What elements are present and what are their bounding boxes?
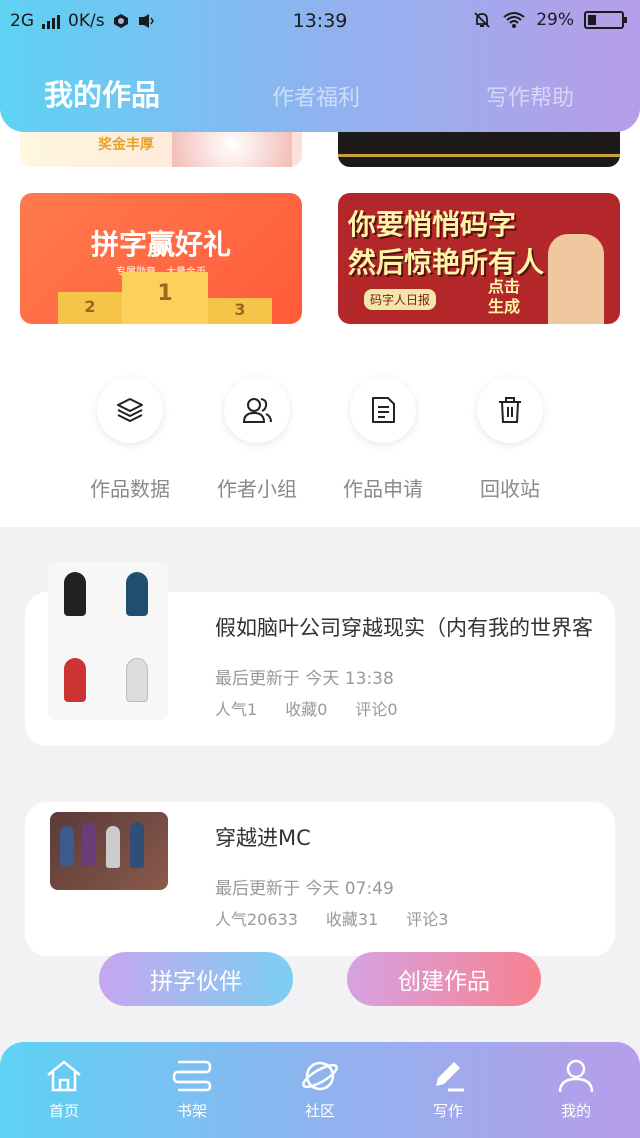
action-author-group[interactable]: 作者小组 [192,377,322,502]
work-popularity: 人气20633 [215,910,298,929]
banner-daily[interactable]: 你要悄悄码字 然后惊艳所有人 码字人日报 点击 生成 [338,193,620,324]
header-tabs: 我的作品 作者福利 写作帮助 [0,72,640,116]
work-cover[interactable] [48,562,168,720]
create-work-button[interactable]: 创建作品 [347,952,541,1006]
banner-contest[interactable]: 拼字赢好礼 专属勋章、大量金币 2 1 3 [20,193,302,324]
nav-bookshelf[interactable]: 书架 [142,1058,242,1121]
nav-write[interactable]: 写作 [398,1058,498,1121]
work-popularity: 人气1 [215,700,258,719]
bottom-nav: 首页 书架 社区 写作 我的 [0,1042,640,1138]
document-icon [372,397,395,423]
podium-third: 3 [208,298,272,324]
battery-percent: 29% [536,10,574,30]
app-header: 2G 0K/s 13:39 29% 我的作品 作者福利 写作帮助 [0,0,640,132]
work-comments: 评论3 [406,910,449,929]
work-stats: 人气1 收藏0 评论0 [215,696,426,720]
quick-actions: 作品数据 作者小组 作品申请 回收站 [0,325,640,527]
nav-label: 写作 [432,1102,463,1120]
nav-label: 书架 [176,1102,207,1120]
status-bar: 2G 0K/s 13:39 29% [0,8,640,36]
tab-my-works[interactable]: 我的作品 [44,72,160,114]
wifi-icon [503,12,525,28]
banner-grid: 奖金丰厚 拼字赢好礼 专属勋章、大量金币 2 1 3 你要悄悄码字 然后惊艳所有… [0,110,640,325]
nav-community[interactable]: 社区 [270,1058,370,1121]
daily-line1: 你要悄悄码字 [348,208,517,241]
nav-label: 首页 [48,1102,79,1120]
podium-first: 1 [122,272,208,324]
work-stats: 人气20633 收藏31 评论3 [215,906,476,930]
pen-icon [436,1062,464,1092]
group-icon [242,398,272,423]
banner-prize-text: 奖金丰厚 [98,137,154,153]
bookshelf-icon [172,1060,212,1092]
action-label: 回收站 [480,477,540,501]
fist-illustration [548,234,604,324]
daily-click: 点击 生成 [488,277,521,316]
daily-line2: 然后惊艳所有人 [348,246,545,279]
podium-second: 2 [58,292,122,324]
user-icon [558,1059,594,1093]
nav-label: 我的 [560,1102,591,1120]
tab-author-benefits[interactable]: 作者福利 [272,80,360,112]
writing-partner-button[interactable]: 拼字伙伴 [99,952,293,1006]
contest-title: 拼字赢好礼 [90,228,231,261]
work-favorites: 收藏31 [325,910,379,929]
work-title: 假如脑叶公司穿越现实（内有我的世界客 [215,616,593,640]
nav-mine[interactable]: 我的 [526,1058,626,1121]
battery-icon [584,11,627,29]
action-label: 作者小组 [217,477,297,501]
work-title: 穿越进MC [215,826,311,850]
action-work-data[interactable]: 作品数据 [65,377,195,502]
work-cover[interactable] [50,812,168,890]
mute-bell-icon [474,12,490,28]
nav-label: 社区 [304,1102,335,1120]
nav-home[interactable]: 首页 [14,1058,114,1121]
planet-icon [302,1061,338,1091]
daily-tag: 码字人日报 [364,289,437,310]
home-icon [47,1060,81,1092]
action-work-apply[interactable]: 作品申请 [318,377,448,502]
work-updated: 最后更新于 今天 13:38 [215,669,394,689]
trash-icon [499,397,521,423]
layers-icon [117,398,143,422]
work-comments: 评论0 [355,700,398,719]
action-label: 作品数据 [90,477,170,501]
action-label: 作品申请 [343,477,423,501]
action-recycle-bin[interactable]: 回收站 [445,377,575,502]
work-updated: 最后更新于 今天 07:49 [215,879,394,899]
tab-writing-help[interactable]: 写作帮助 [486,80,574,112]
work-favorites: 收藏0 [285,700,328,719]
